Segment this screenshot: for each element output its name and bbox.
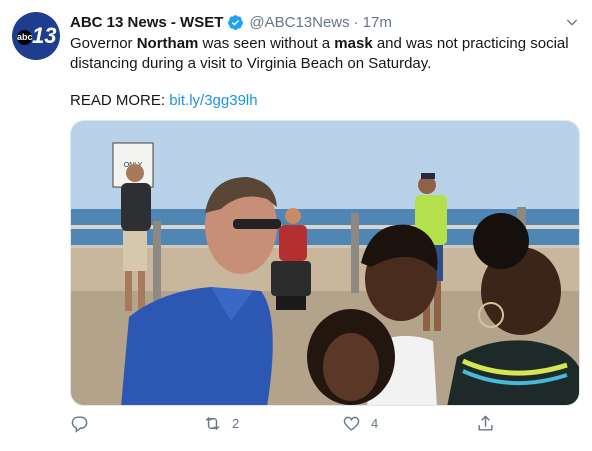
reply-button[interactable] xyxy=(70,414,99,433)
tweet-photo[interactable]: ONLY xyxy=(70,120,580,406)
tweet-header: ABC 13 News - WSET @ABC13News · 17m xyxy=(70,12,392,32)
read-more-label: READ MORE: xyxy=(70,92,170,109)
tweet-actions: 2 4 xyxy=(70,414,580,438)
tweet-text-bold: Northam xyxy=(136,35,199,52)
share-icon xyxy=(478,415,493,431)
like-count: 4 xyxy=(371,416,379,431)
verified-badge-icon xyxy=(228,14,244,30)
tweet-text-segment: Governor xyxy=(70,35,137,52)
tweet-link[interactable]: bit.ly/3gg39lh xyxy=(169,92,257,109)
read-more-line: READ MORE: bit.ly/3gg39lh xyxy=(70,91,258,111)
retweet-button[interactable]: 2 xyxy=(203,414,239,433)
author-name[interactable]: ABC 13 News - WSET xyxy=(70,14,223,31)
avatar-logo-number: 13 xyxy=(32,23,57,48)
separator-dot: · xyxy=(353,13,359,31)
like-icon xyxy=(343,416,360,431)
beach-photo: ONLY xyxy=(71,121,579,405)
tweet-text-bold: mask xyxy=(334,35,373,52)
retweet-count: 2 xyxy=(232,416,240,431)
timestamp[interactable]: 17m xyxy=(363,14,392,31)
like-button[interactable]: 4 xyxy=(342,414,378,433)
tweet[interactable]: abc 13 ABC 13 News - WSET @ABC13News · 1… xyxy=(0,0,592,451)
retweet-icon xyxy=(205,416,220,431)
share-button[interactable] xyxy=(476,414,505,433)
tweet-text: Governor Northam was seen without a mask… xyxy=(70,34,580,74)
avatar[interactable]: abc 13 xyxy=(12,12,60,60)
tweet-text-segment: was seen without a xyxy=(198,35,335,52)
author-handle[interactable]: @ABC13News xyxy=(249,14,349,31)
avatar-logo-small: abc xyxy=(17,30,33,45)
reply-icon xyxy=(71,416,88,433)
caret-down-icon[interactable] xyxy=(564,14,580,30)
